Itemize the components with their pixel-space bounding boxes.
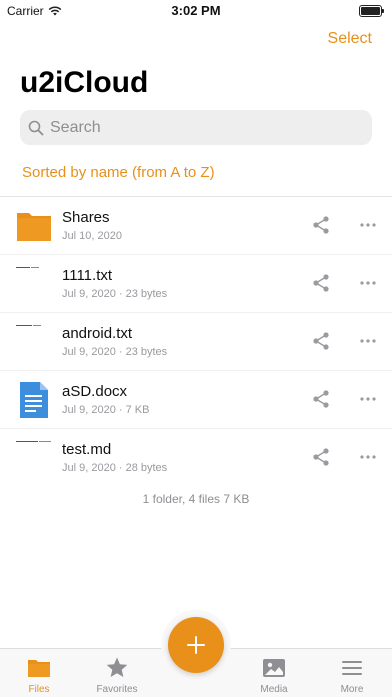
more-options-icon[interactable]	[358, 335, 378, 347]
more-options-icon[interactable]	[358, 393, 378, 405]
share-icon[interactable]	[311, 447, 331, 467]
text-file-thumbnail	[16, 325, 41, 326]
status-time: 3:02 PM	[171, 3, 221, 18]
tab-label: Files	[28, 684, 50, 695]
tab-favorites[interactable]: Favorites	[78, 649, 156, 697]
tab-media[interactable]: Media	[235, 649, 313, 697]
tab-files[interactable]: Files	[0, 649, 78, 697]
star-icon	[106, 657, 128, 677]
file-row[interactable]: android.txt Jul 9, 2020 · 23 bytes	[0, 313, 392, 371]
more-options-icon[interactable]	[358, 219, 378, 231]
file-row[interactable]: 1111.txt Jul 9, 2020 · 23 bytes	[0, 255, 392, 313]
file-list: Shares Jul 10, 2020 1111.txt Jul 9, 2020…	[0, 197, 392, 486]
file-name: android.txt	[62, 325, 133, 342]
more-options-icon[interactable]	[358, 277, 378, 289]
search-icon	[28, 120, 44, 135]
add-button[interactable]	[168, 617, 224, 673]
more-options-icon[interactable]	[358, 451, 378, 463]
folder-icon	[28, 660, 50, 677]
file-name: aSD.docx	[62, 383, 128, 400]
file-name: Shares	[62, 209, 110, 226]
file-row[interactable]: test.md Jul 9, 2020 · 28 bytes	[0, 429, 392, 486]
file-meta: Jul 10, 2020	[62, 230, 122, 242]
file-name: 1111.txt	[62, 267, 113, 284]
tab-label: Favorites	[96, 684, 138, 695]
tab-label: Media	[260, 684, 288, 695]
tab-label: More	[340, 684, 364, 695]
search-placeholder: Search	[50, 118, 101, 136]
image-icon	[263, 659, 285, 677]
file-meta: Jul 9, 2020 · 7 KB	[62, 404, 150, 416]
page-title: u2iCloud	[20, 66, 149, 99]
file-meta: Jul 9, 2020 · 23 bytes	[62, 346, 168, 358]
markdown-file-thumbnail	[16, 441, 51, 442]
file-meta: Jul 9, 2020 · 28 bytes	[62, 462, 168, 474]
battery-icon	[359, 5, 384, 17]
text-file-thumbnail	[16, 267, 39, 268]
share-icon[interactable]	[311, 215, 331, 235]
tab-more[interactable]: More	[313, 649, 391, 697]
folder-icon	[17, 213, 51, 241]
sort-order-button[interactable]: Sorted by name (from A to Z)	[22, 164, 215, 181]
file-row[interactable]: aSD.docx Jul 9, 2020 · 7 KB	[0, 371, 392, 429]
search-input[interactable]: Search	[20, 110, 372, 145]
status-bar: Carrier 3:02 PM	[0, 0, 392, 22]
folder-summary: 1 folder, 4 files 7 KB	[142, 492, 250, 506]
file-row[interactable]: Shares Jul 10, 2020	[0, 197, 392, 255]
file-name: test.md	[62, 441, 112, 458]
share-icon[interactable]	[311, 331, 331, 351]
share-icon[interactable]	[311, 389, 331, 409]
share-icon[interactable]	[311, 273, 331, 293]
file-meta: Jul 9, 2020 · 23 bytes	[62, 288, 168, 300]
select-button[interactable]: Select	[328, 30, 372, 48]
document-icon	[20, 382, 48, 418]
menu-icon	[342, 661, 362, 675]
